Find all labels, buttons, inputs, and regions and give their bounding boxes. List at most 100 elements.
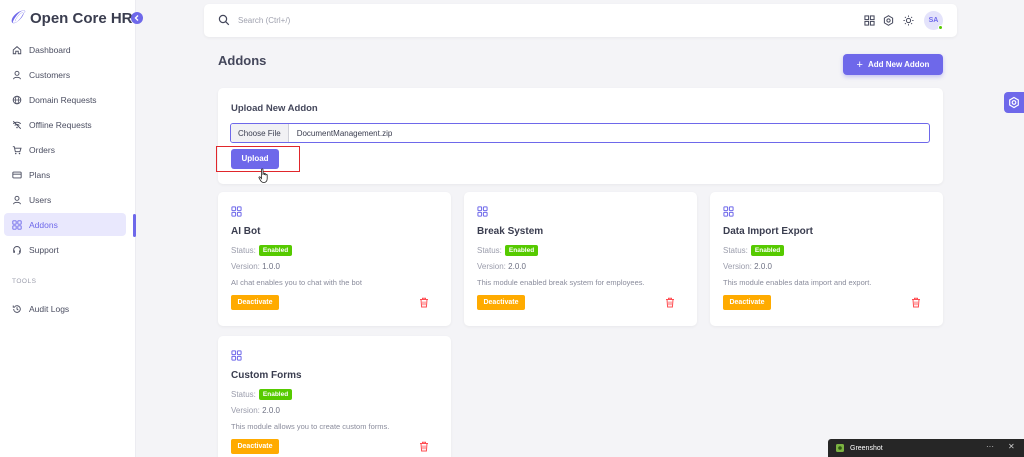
version-value: 2.0.0 [262,406,280,415]
status-label: Status: [723,246,748,255]
active-indicator [133,214,136,237]
trash-icon[interactable] [665,297,675,308]
status-row: Status: Enabled [231,245,293,256]
sidebar-item-label: Domain Requests [29,94,97,105]
sidebar-tools-nav: Audit Logs [4,297,136,322]
deactivate-button[interactable]: Deactivate [231,439,279,454]
addon-card-custom-forms: Custom Forms Status: Enabled Version: 2.… [218,336,451,457]
addon-name: Custom Forms [231,370,302,381]
home-icon [12,45,22,54]
greenshot-icon [836,444,844,452]
version-value: 1.0.0 [262,262,280,271]
version-value: 2.0.0 [754,262,772,271]
version-label: Version: [231,262,260,271]
sidebar-item-label: Support [29,244,59,255]
more-options-icon[interactable]: ··· [986,442,994,451]
settings-icon[interactable] [883,15,894,26]
sidebar-item-domain-requests[interactable]: Domain Requests [4,88,136,111]
settings-icon [1009,96,1019,109]
sidebar-item-offline-requests[interactable]: Offline Requests [4,113,136,136]
page-title: Addons [218,53,267,68]
addon-card-ai-bot: AI Bot Status: Enabled Version: 1.0.0 AI… [218,192,451,326]
customizer-toggle-button[interactable] [1004,92,1024,113]
sidebar-item-label: Dashboard [29,44,71,55]
sidebar-item-support[interactable]: Support [4,238,136,261]
chevron-left-icon [134,15,139,21]
version-label: Version: [723,262,752,271]
status-badge: Enabled [750,245,785,256]
addon-name: AI Bot [231,226,261,237]
sidebar-nav: Dashboard Customers Domain Requests Offl… [4,38,136,263]
trash-icon[interactable] [911,297,921,308]
sidebar-item-label: Users [29,194,52,205]
sidebar-item-label: Orders [29,144,55,155]
sun-icon[interactable] [903,15,914,26]
choose-file-button[interactable]: Choose File [231,124,289,142]
sidebar-item-customers[interactable]: Customers [4,63,136,86]
status-badge: Enabled [258,389,293,400]
grid-shortcuts-icon[interactable] [864,15,875,26]
grid-icon [477,206,488,217]
plus-icon: + [856,58,863,71]
grid-icon [231,350,242,361]
version-row: Version: 2.0.0 [477,262,526,271]
addon-name: Data Import Export [723,226,814,237]
addon-description: This module allows you to create custom … [231,422,390,431]
brand-name: Open Core HR [30,9,133,27]
grid-icon [723,206,734,217]
user-icon [13,195,21,204]
user-icon [13,70,21,79]
addon-card-break-system: Break System Status: Enabled Version: 2.… [464,192,697,326]
add-new-addon-button[interactable]: + Add New Addon [843,54,943,75]
wifi-off-icon [12,120,22,129]
collapse-sidebar-button[interactable] [131,12,143,24]
version-row: Version: 1.0.0 [231,262,280,271]
version-row: Version: 2.0.0 [231,406,280,415]
deactivate-button[interactable]: Deactivate [723,295,771,310]
addon-card-data-import-export: Data Import Export Status: Enabled Versi… [710,192,943,326]
sidebar-item-addons[interactable]: Addons [4,213,126,236]
upload-addon-card: Upload New Addon Choose File DocumentMan… [218,88,943,184]
headset-icon [13,245,21,255]
online-status-dot [938,25,943,30]
hand-cursor-icon [258,168,268,183]
section-label-tools: TOOLS [12,278,37,285]
status-badge: Enabled [258,245,293,256]
trash-icon[interactable] [419,441,429,452]
status-row: Status: Enabled [477,245,539,256]
sidebar-item-dashboard[interactable]: Dashboard [4,38,136,61]
greenshot-window[interactable]: Greenshot ··· ✕ [828,439,1024,457]
sidebar-item-label: Offline Requests [29,119,92,130]
status-label: Status: [477,246,502,255]
add-new-addon-label: Add New Addon [867,60,930,69]
status-label: Status: [231,390,256,399]
upload-card-title: Upload New Addon [231,103,318,114]
deactivate-button[interactable]: Deactivate [477,295,525,310]
cart-icon [12,145,22,154]
sidebar-item-label: Plans [29,169,51,180]
sidebar: 𝒪 Open Core HR Dashboard Customers Domai… [0,0,136,457]
trash-icon[interactable] [419,297,429,308]
search-input[interactable] [238,13,538,28]
brand[interactable]: 𝒪 Open Core HR [10,8,133,28]
status-label: Status: [231,246,256,255]
sidebar-item-label: Audit Logs [29,303,70,314]
sidebar-item-orders[interactable]: Orders [4,138,136,161]
version-label: Version: [477,262,506,271]
sidebar-item-users[interactable]: Users [4,188,136,211]
addon-description: This module enables data import and expo… [723,278,872,287]
top-bar: SA [204,4,957,37]
greenshot-title: Greenshot [850,444,883,452]
status-row: Status: Enabled [723,245,785,256]
deactivate-button[interactable]: Deactivate [231,295,279,310]
credit-card-icon [12,171,22,178]
addon-name: Break System [477,226,544,237]
file-input[interactable]: Choose File DocumentManagement.zip [230,123,930,143]
close-icon[interactable]: ✕ [1008,442,1015,451]
sidebar-item-audit-logs[interactable]: Audit Logs [4,297,136,320]
grid-icon [231,206,242,217]
search-icon[interactable] [218,14,230,26]
sidebar-item-label: Addons [29,219,58,230]
selected-file-name: DocumentManagement.zip [296,128,393,138]
sidebar-item-plans[interactable]: Plans [4,163,136,186]
